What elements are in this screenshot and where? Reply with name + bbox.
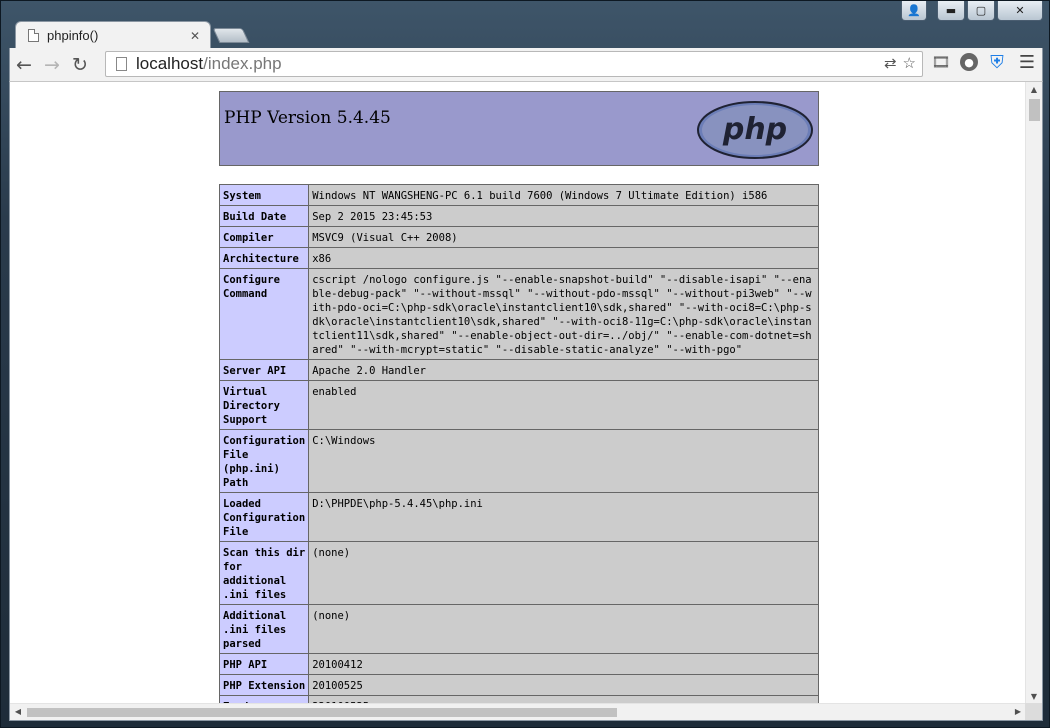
row-key: Configure Command [218,268,310,360]
php-logo-icon: php [697,101,813,159]
close-window-button[interactable]: ✕ [997,1,1043,21]
table-row: System Windows NT WANGSHENG-PC 6.1 build … [218,184,819,206]
table-row: Loaded Configuration File D:\PHPDE\php-5.… [218,492,819,542]
extension-icons: 🎞 ● ⛨ ☰ [930,51,1038,73]
row-key: PHP API [218,653,310,675]
row-value: Apache 2.0 Handler [308,359,819,381]
row-key: Virtual Directory Support [218,380,310,430]
maximize-button[interactable]: ▢ [967,1,995,21]
page-icon [116,57,127,71]
film-extension-icon[interactable]: 🎞 [930,51,952,73]
forward-button[interactable]: → [38,51,66,79]
user-profile-icon[interactable]: 👤 [901,1,927,21]
page-favicon-icon [28,29,39,42]
translate-icon[interactable]: ⇄ [884,54,897,72]
row-value: D:\PHPDE\php-5.4.45\php.ini [308,492,819,542]
row-value: 20100525 [308,674,819,696]
table-row: Server API Apache 2.0 Handler [218,359,819,381]
browser-toolbar: ← → ↻ localhost/index.php ⇄ ☆ 🎞 ● ⛨ ☰ [9,48,1043,81]
phpinfo-content: PHP Version 5.4.45 php System Windows NT … [218,91,819,717]
reload-button[interactable]: ↻ [66,51,94,79]
horizontal-scroll-thumb[interactable] [27,708,617,717]
php-version-title: PHP Version 5.4.45 [224,108,391,128]
address-host: localhost [136,54,204,73]
table-row: PHP Extension 20100525 [218,674,819,696]
svg-text:php: php [722,112,787,147]
row-key: PHP Extension [218,674,310,696]
minimize-button[interactable]: ▬ [937,1,965,21]
page-viewport: PHP Version 5.4.45 php System Windows NT … [9,81,1043,721]
table-row: Additional .ini files parsed (none) [218,604,819,654]
vertical-scrollbar[interactable]: ▲ ▼ [1025,82,1042,705]
omnibox-actions: ⇄ ☆ [884,54,916,72]
row-value: Windows NT WANGSHENG-PC 6.1 build 7600 (… [308,184,819,206]
table-row: Build Date Sep 2 2015 23:45:53 [218,205,819,227]
new-tab-button[interactable] [212,28,250,43]
table-row: Virtual Directory Support enabled [218,380,819,430]
table-row: PHP API 20100412 [218,653,819,675]
table-row: Compiler MSVC9 (Visual C++ 2008) [218,226,819,248]
row-key: System [218,184,310,206]
tab-title: phpinfo() [47,28,99,43]
table-row: Configuration File (php.ini) Path C:\Wind… [218,429,819,493]
bookmark-star-icon[interactable]: ☆ [903,54,916,72]
row-key: Configuration File (php.ini) Path [218,429,310,493]
php-info-table: System Windows NT WANGSHENG-PC 6.1 build … [218,184,819,717]
table-row: Scan this dir for additional .ini files(… [218,541,819,605]
window-controls: 👤 ▬ ▢ ✕ [901,1,1043,21]
circle-extension-icon[interactable]: ● [960,53,978,71]
scrollbar-corner [1025,703,1042,720]
row-value: (none) [308,541,819,605]
row-key: Compiler [218,226,310,248]
row-key: Additional .ini files parsed [218,604,310,654]
row-value: Sep 2 2015 23:45:53 [308,205,819,227]
address-bar[interactable]: localhost/index.php ⇄ ☆ [105,51,923,77]
row-value: enabled [308,380,819,430]
horizontal-scrollbar[interactable]: ◀ ▶ [10,703,1026,720]
row-value: C:\Windows [308,429,819,493]
scroll-left-icon[interactable]: ◀ [10,704,26,720]
row-key: Loaded Configuration File [218,492,310,542]
menu-icon[interactable]: ☰ [1016,51,1038,73]
browser-window: 👤 ▬ ▢ ✕ phpinfo() ✕ ← → ↻ localhost/inde… [0,0,1050,728]
table-row: Configure Command cscript /nologo configu… [218,268,819,360]
row-value: x86 [308,247,819,269]
scroll-up-icon[interactable]: ▲ [1026,82,1042,98]
row-value: cscript /nologo configure.js "--enable-s… [308,268,819,360]
row-key: Scan this dir for additional .ini files [218,541,310,605]
scroll-right-icon[interactable]: ▶ [1010,704,1026,720]
row-key: Build Date [218,205,310,227]
row-value: (none) [308,604,819,654]
row-value: 20100412 [308,653,819,675]
table-row: Architecture x86 [218,247,819,269]
row-key: Server API [218,359,310,381]
browser-tab[interactable]: phpinfo() ✕ [15,21,211,49]
vertical-scroll-thumb[interactable] [1029,99,1040,121]
close-tab-icon[interactable]: ✕ [190,29,200,43]
address-path: /index.php [203,54,282,73]
row-key: Architecture [218,247,310,269]
row-value: MSVC9 (Visual C++ 2008) [308,226,819,248]
version-header: PHP Version 5.4.45 php [219,91,819,166]
back-button[interactable]: ← [10,51,38,79]
shield-extension-icon[interactable]: ⛨ [986,51,1008,73]
